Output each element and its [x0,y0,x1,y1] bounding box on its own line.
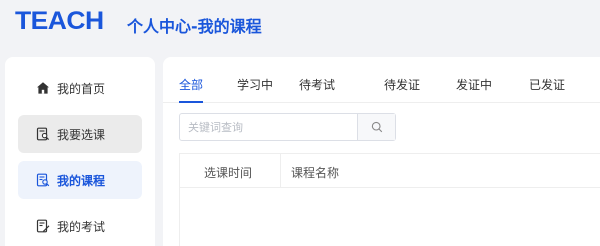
tab-certificate-issuing[interactable]: 发证中 [456,76,492,93]
my-courses-icon [36,173,50,187]
logo[interactable]: TEACH [15,7,104,36]
column-header-select-time: 选课时间 [204,166,253,180]
tab-certificate-issued[interactable]: 已发证 [529,76,565,93]
tab-pending-certificate[interactable]: 待发证 [384,76,420,93]
sidebar-item-label: 我的考试 [57,219,106,234]
tab-all[interactable]: 全部 [179,76,203,93]
sidebar-item-home[interactable]: 我的首页 [18,69,142,107]
sidebar-item-my-courses[interactable]: 我的课程 [18,161,142,199]
course-search-icon [36,127,50,141]
app-header: TEACH 个人中心-我的课程 [0,0,600,52]
search-button[interactable] [357,114,395,140]
column-header-course-name: 课程名称 [291,166,340,180]
tab-studying[interactable]: 学习中 [237,76,273,93]
active-tab-indicator [179,101,203,103]
table-header: 选课时间 课程名称 [180,154,600,188]
sidebar-item-my-exams[interactable]: 我的考试 [18,207,142,245]
home-icon [36,81,50,95]
search-input[interactable] [180,114,357,140]
exam-icon [36,219,50,233]
status-tabs: 全部 学习中 待考试 待发证 发证中 已发证 [163,57,600,103]
tab-pending-exam[interactable]: 待考试 [299,76,335,93]
search-icon [371,118,383,137]
sidebar-item-label: 我的课程 [57,173,106,188]
main-panel: 全部 学习中 待考试 待发证 发证中 已发证 选课时间 课程名称 [163,57,600,246]
sidebar-item-label: 我的首页 [57,81,106,96]
sidebar: 我的首页 我要选课 我的课程 我的考试 [5,57,155,246]
column-divider [280,154,281,188]
sidebar-item-label: 我要选课 [57,127,106,142]
page-title: 个人中心-我的课程 [127,17,262,36]
sidebar-item-select-course[interactable]: 我要选课 [18,115,142,153]
course-table: 选课时间 课程名称 [179,153,600,246]
search-box [179,113,396,141]
